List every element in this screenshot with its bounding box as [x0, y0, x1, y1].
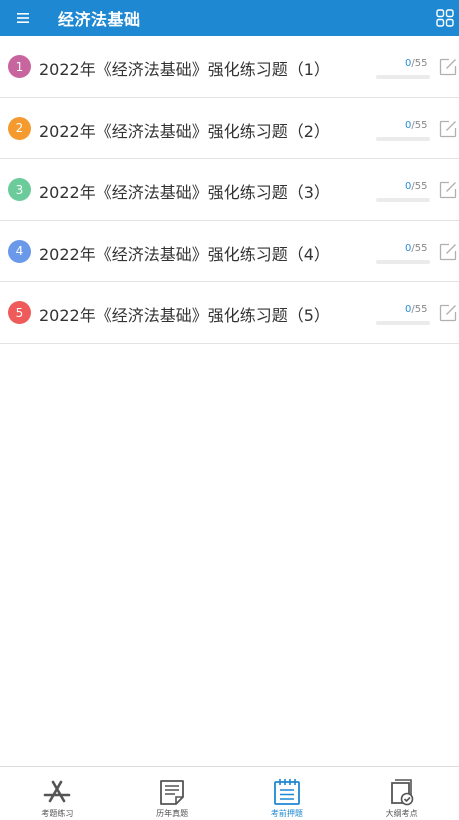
edit-icon[interactable]	[438, 180, 458, 200]
progress-bar	[376, 321, 430, 325]
tab-label: 考前押题	[270, 809, 303, 818]
page-title: 经济法基础	[58, 10, 141, 29]
index-badge: 3	[8, 178, 31, 201]
top-app-bar: 经济法基础	[0, 0, 459, 36]
exercise-title: 2022年《经济法基础》强化练习题（3）	[39, 183, 330, 202]
list-item[interactable]: 4 2022年《经济法基础》强化练习题（4） 0/55	[0, 221, 459, 282]
edit-icon[interactable]	[438, 303, 458, 323]
app-screen: 经济法基础 1 2022年《经济法基础》强化练习题（1） 0/55 2 2022…	[0, 0, 459, 820]
hamburger-menu-icon	[17, 13, 29, 23]
tab-past-exams[interactable]: 历年真题	[115, 767, 230, 820]
exam-paper-icon	[160, 780, 185, 805]
progress-count: 0/55	[405, 58, 428, 69]
progress-count: 0/55	[405, 242, 428, 254]
list-item[interactable]: 2 2022年《经济法基础》强化练习题（2） 0/55	[0, 98, 459, 159]
exercise-title: 2022年《经济法基础》强化练习题（4）	[39, 244, 330, 264]
progress-count: 0/55	[405, 304, 428, 315]
edit-icon[interactable]	[438, 242, 458, 262]
grid-view-icon[interactable]	[435, 8, 455, 28]
exercise-title: 2022年《经济法基础》强化练习题（5）	[39, 306, 330, 325]
index-badge: 4	[8, 239, 31, 263]
menu-button[interactable]	[0, 0, 46, 36]
progress-count: 0/55	[405, 181, 428, 192]
progress-count: 0/55	[405, 119, 428, 131]
tab-label: 历年真题	[156, 809, 189, 818]
list-item[interactable]: 1 2022年《经济法基础》强化练习题（1） 0/55	[0, 36, 459, 98]
exercise-list: 1 2022年《经济法基础》强化练习题（1） 0/55 2 2022年《经济法基…	[0, 36, 459, 344]
progress-bar	[376, 75, 430, 79]
tab-practice[interactable]: 考题练习	[0, 767, 115, 820]
edit-icon[interactable]	[438, 57, 458, 77]
progress-bar	[376, 198, 430, 202]
tab-label: 考题练习	[41, 809, 74, 818]
list-item[interactable]: 5 2022年《经济法基础》强化练习题（5） 0/55	[0, 282, 459, 344]
list-item[interactable]: 3 2022年《经济法基础》强化练习题（3） 0/55	[0, 159, 459, 221]
index-badge: 2	[8, 116, 31, 140]
bottom-navigation: 考题练习 历年真题 考前押题 大纲考点	[0, 766, 459, 820]
exercise-title: 2022年《经济法基础》强化练习题（1）	[39, 60, 330, 79]
index-badge: 1	[8, 55, 31, 78]
tab-syllabus[interactable]: 大纲考点	[344, 767, 459, 820]
app-store-icon	[44, 780, 71, 803]
syllabus-check-icon	[390, 779, 413, 806]
edit-icon[interactable]	[438, 119, 458, 139]
notepad-icon	[273, 779, 300, 805]
index-badge: 5	[8, 301, 31, 324]
progress-bar	[376, 136, 430, 141]
progress-bar	[376, 259, 430, 264]
tab-label: 大纲考点	[385, 809, 418, 818]
exercise-title: 2022年《经济法基础》强化练习题（2）	[39, 121, 330, 141]
tab-predicted[interactable]: 考前押题	[230, 767, 345, 820]
